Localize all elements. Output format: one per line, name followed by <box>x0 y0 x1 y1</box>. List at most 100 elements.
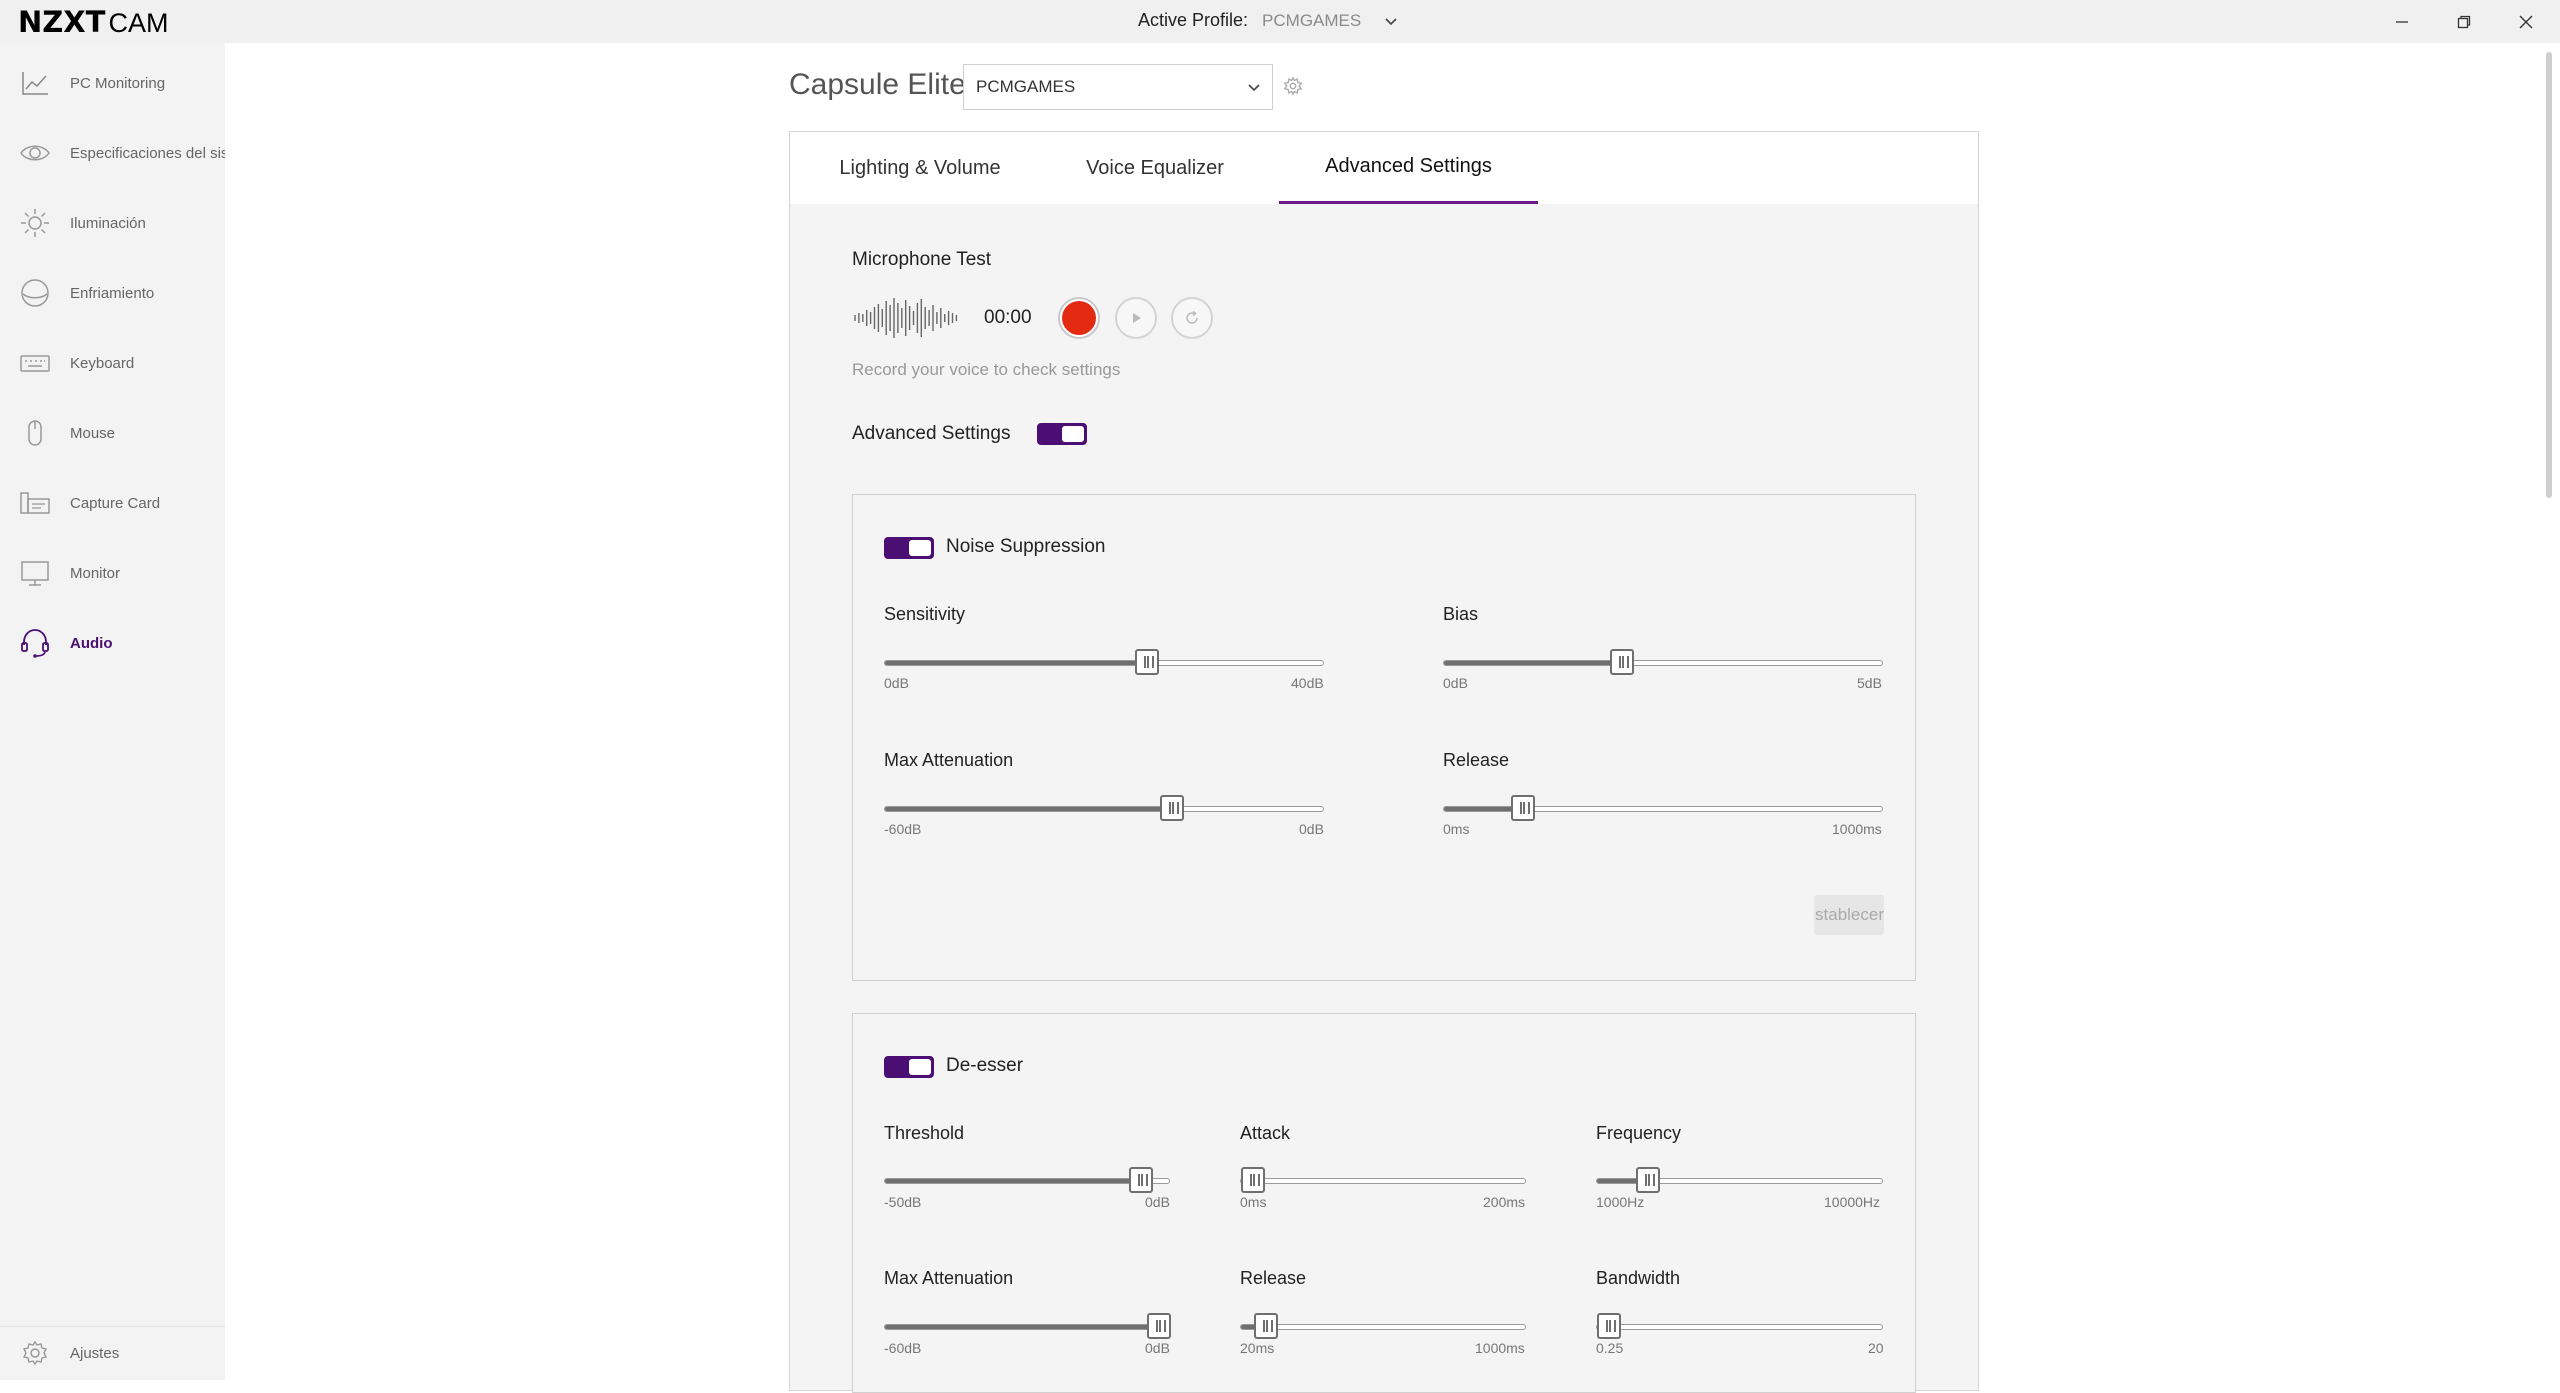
sidebar-item-mouse[interactable]: Mouse <box>0 405 225 461</box>
sidebar-item-capture-card[interactable]: Capture Card <box>0 475 225 531</box>
slider-thumb[interactable] <box>1128 1167 1153 1193</box>
advanced-settings-toggle[interactable] <box>1037 423 1087 445</box>
tab-voice-equalizer[interactable]: Voice Equalizer <box>1065 132 1245 204</box>
restore-icon <box>2457 15 2471 28</box>
sidebar: PC Monitoring Especificaciones del sis I… <box>0 43 225 1380</box>
sidebar-item-pc-monitoring[interactable]: PC Monitoring <box>0 55 225 111</box>
tab-lighting-volume[interactable]: Lighting & Volume <box>818 132 1022 204</box>
bandwidth-max: 20 <box>1868 1340 1884 1356</box>
product-name: CAM <box>108 8 169 38</box>
de-esser-max-attenuation-max: 0dB <box>1145 1340 1170 1356</box>
chart-icon <box>18 66 52 100</box>
slider-thumb[interactable] <box>1134 649 1159 675</box>
de-esser-toggle[interactable] <box>884 1056 934 1078</box>
attack-slider[interactable] <box>1240 1167 1526 1193</box>
noise-suppression-title: Noise Suppression <box>946 536 1106 557</box>
sidebar-item-system-specs[interactable]: Especificaciones del sis <box>0 125 225 181</box>
bandwidth-min: 0.25 <box>1596 1340 1624 1356</box>
noise-suppression-card <box>852 494 1916 981</box>
gear-icon <box>18 1336 52 1370</box>
chevron-down-icon <box>1385 17 1397 25</box>
profile-dropdown[interactable]: PCMGAMES <box>963 64 1273 110</box>
sidebar-item-label: Mouse <box>70 424 116 442</box>
slider-thumb[interactable] <box>1159 795 1184 821</box>
advanced-settings-label: Advanced Settings <box>852 423 1011 444</box>
profile-settings-icon[interactable] <box>1282 75 1304 97</box>
sidebar-item-label: Monitor <box>70 564 121 582</box>
slider-thumb[interactable] <box>1636 1167 1661 1193</box>
slider-thumb[interactable] <box>1147 1313 1171 1339</box>
de-esser-max-attenuation-label: Max Attenuation <box>884 1268 1014 1288</box>
reset-button[interactable]: Restablecer <box>1814 895 1884 935</box>
slider-thumb[interactable] <box>1510 795 1535 821</box>
close-button[interactable] <box>2495 0 2557 43</box>
brand-name: NZXT <box>18 5 106 39</box>
fan-icon <box>18 276 52 310</box>
monitor-icon <box>18 556 52 590</box>
attack-max: 200ms <box>1483 1194 1526 1210</box>
frequency-min: 1000Hz <box>1596 1194 1645 1210</box>
toggle-knob <box>1062 426 1084 442</box>
keyboard-icon <box>18 346 52 380</box>
release-min: 0ms <box>1443 821 1470 837</box>
play-icon <box>1133 313 1141 323</box>
restore-button[interactable] <box>2433 0 2495 43</box>
de-esser-release-min: 20ms <box>1240 1340 1275 1356</box>
sensitivity-slider[interactable] <box>884 649 1324 675</box>
capture-card-icon <box>18 486 52 520</box>
max-attenuation-min: -60dB <box>884 821 922 837</box>
record-icon <box>1062 301 1096 335</box>
sidebar-item-monitor[interactable]: Monitor <box>0 545 225 601</box>
play-button[interactable] <box>1115 297 1157 339</box>
de-esser-release-slider[interactable] <box>1240 1313 1526 1339</box>
recording-timer: 00:00 <box>984 307 1032 328</box>
record-hint: Record your voice to check settings <box>852 360 1121 379</box>
release-slider[interactable] <box>1443 795 1883 821</box>
slider-thumb[interactable] <box>1597 1313 1621 1339</box>
noise-suppression-toggle[interactable] <box>884 537 934 559</box>
microphone-test-title: Microphone Test <box>852 249 992 270</box>
bias-slider[interactable] <box>1443 649 1883 675</box>
sidebar-item-audio[interactable]: Audio <box>0 615 225 671</box>
slider-thumb[interactable] <box>1610 649 1635 675</box>
toggle-knob <box>909 540 931 556</box>
replay-button[interactable] <box>1171 297 1213 339</box>
sensitivity-max: 40dB <box>1291 675 1324 691</box>
active-profile-selector[interactable]: Active Profile: PCMGAMES <box>1138 10 1399 31</box>
max-attenuation-label: Max Attenuation <box>884 750 1014 770</box>
bandwidth-slider[interactable] <box>1596 1313 1883 1339</box>
de-esser-max-attenuation-min: -60dB <box>884 1340 922 1356</box>
sidebar-item-settings[interactable]: Ajustes <box>0 1325 225 1381</box>
slider-thumb[interactable] <box>1241 1167 1265 1193</box>
device-title: Capsule Elite <box>789 68 966 101</box>
threshold-slider[interactable] <box>884 1167 1170 1193</box>
title-bar: NZXT CAM Active Profile: PCMGAMES <box>0 0 2560 43</box>
close-icon <box>2519 15 2533 28</box>
de-esser-max-attenuation-slider[interactable] <box>884 1313 1171 1339</box>
de-esser-title: De-esser <box>946 1055 1024 1076</box>
refresh-icon <box>1186 310 1198 324</box>
sidebar-item-keyboard[interactable]: Keyboard <box>0 335 225 391</box>
sidebar-item-lighting[interactable]: Iluminación <box>0 195 225 251</box>
minimize-button[interactable] <box>2371 0 2433 43</box>
bias-label: Bias <box>1443 604 1479 624</box>
sidebar-item-label: Keyboard <box>70 354 135 372</box>
record-button[interactable] <box>1058 297 1100 339</box>
slider-fill <box>885 1325 1159 1329</box>
sidebar-item-label: Capture Card <box>70 494 161 512</box>
attack-label: Attack <box>1240 1123 1291 1143</box>
sidebar-item-cooling[interactable]: Enfriamiento <box>0 265 225 321</box>
release-max: 1000ms <box>1832 821 1882 837</box>
sensitivity-min: 0dB <box>884 675 909 691</box>
tab-advanced-settings[interactable]: Advanced Settings <box>1279 132 1538 204</box>
sensitivity-label: Sensitivity <box>884 604 966 624</box>
slider-fill <box>885 807 1172 811</box>
release-label: Release <box>1443 750 1510 770</box>
slider-fill <box>885 661 1147 665</box>
scrollbar[interactable] <box>2546 52 2552 498</box>
max-attenuation-slider[interactable] <box>884 795 1324 821</box>
frequency-slider[interactable] <box>1596 1167 1883 1193</box>
slider-thumb[interactable] <box>1254 1313 1279 1339</box>
active-profile-value: PCMGAMES <box>1262 10 1362 30</box>
sidebar-item-label: Iluminación <box>70 214 146 232</box>
